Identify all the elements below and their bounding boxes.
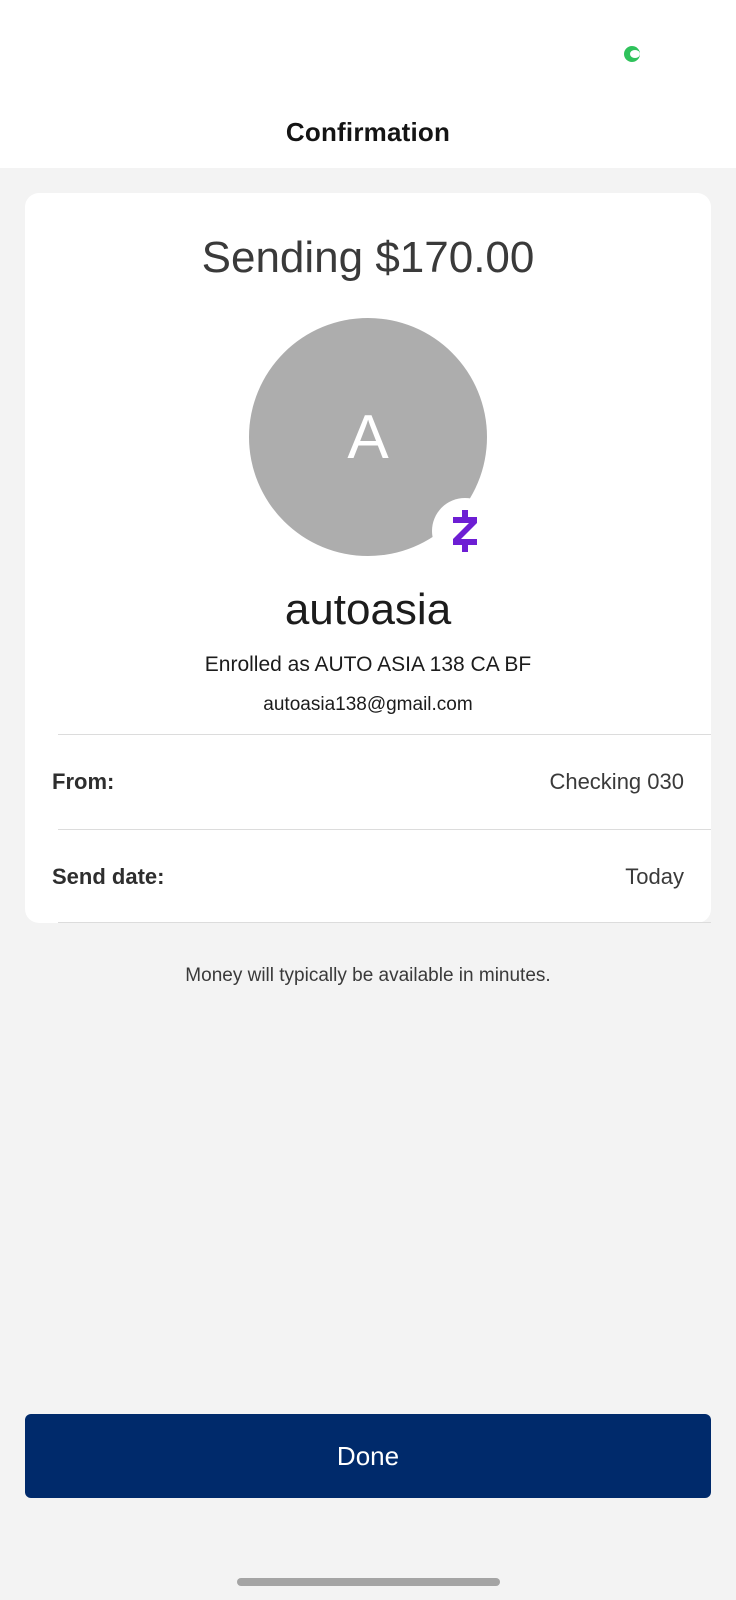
availability-note: Money will typically be available in min… [185,965,551,986]
done-button[interactable]: Done [25,1414,711,1498]
zelle-icon [432,498,498,564]
recipient-email: autoasia138@gmail.com [263,694,473,715]
page-title: Confirmation [285,117,451,147]
from-value: Checking 030 [549,769,684,794]
recipient-name: autoasia [284,585,452,634]
avatar-initial: A [347,402,389,472]
confirmation-card: Sending $170.00 A autoasia Enrolled as A… [25,193,711,923]
navigation-header: Confirmation [0,100,736,168]
send-date-value: Today [625,864,684,889]
status-indicator-icon [624,46,640,62]
send-date-row: Send date: Today [25,830,711,924]
sending-amount: Sending $170.00 [201,233,535,282]
home-indicator[interactable] [237,1578,500,1586]
status-bar [0,0,736,100]
enrolled-name: Enrolled as AUTO ASIA 138 CA BF [204,653,532,676]
from-row: From: Checking 030 [25,735,711,829]
send-date-label: Send date: [52,864,165,889]
divider [58,922,711,923]
from-label: From: [52,769,115,794]
